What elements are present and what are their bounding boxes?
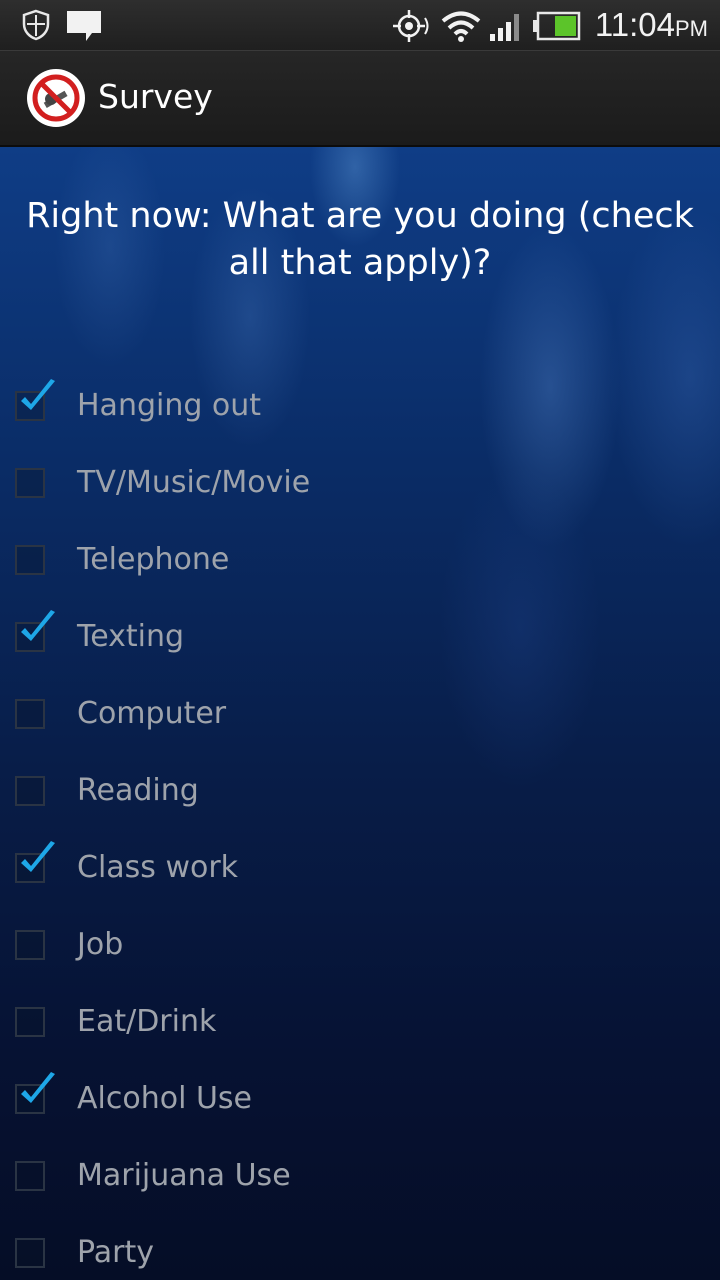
clock-ampm: PM [675,16,708,41]
option-label: Hanging out [77,388,262,423]
no-smoking-icon [32,74,80,122]
survey-screen: 11:04PM Survey Right now: What are you d… [0,0,720,1280]
status-clock: 11:04PM [595,6,708,48]
option-label: Computer [77,696,227,731]
survey-option[interactable]: Party [0,1218,720,1280]
clock-time: 11:04 [594,6,675,43]
checkmark-icon [21,841,55,872]
checkbox-unchecked[interactable] [15,1007,45,1037]
survey-option[interactable]: Texting [0,602,720,679]
option-label: Class work [77,850,239,885]
battery-icon [533,11,581,41]
survey-option[interactable]: Hanging out [0,371,720,448]
checkbox-unchecked[interactable] [15,776,45,806]
survey-option[interactable]: Reading [0,756,720,833]
status-bar: 11:04PM [0,0,720,51]
checkbox-unchecked[interactable] [15,468,45,498]
survey-option[interactable]: Eat/Drink [0,987,720,1064]
option-label: Job [77,927,124,962]
option-label: Party [77,1235,154,1270]
checkmark-icon [21,610,55,641]
option-label: Marijuana Use [77,1158,291,1193]
survey-option[interactable]: Telephone [0,525,720,602]
checkbox-unchecked[interactable] [15,1161,45,1191]
checkbox-checked[interactable] [15,610,55,652]
checkmark-icon [21,379,55,410]
option-label: TV/Music/Movie [77,465,311,500]
checkbox-checked[interactable] [15,1072,55,1114]
option-label: Reading [77,773,199,808]
action-bar: Survey [0,51,720,147]
survey-option[interactable]: TV/Music/Movie [0,448,720,525]
survey-option[interactable]: Marijuana Use [0,1141,720,1218]
option-label: Alcohol Use [77,1081,252,1116]
option-label: Texting [77,619,185,654]
survey-content: Right now: What are you doing (check all… [0,147,720,1280]
signal-icon [490,14,519,41]
survey-option[interactable]: Alcohol Use [0,1064,720,1141]
option-label: Eat/Drink [77,1004,217,1039]
app-title: Survey [98,77,213,116]
checkbox-checked[interactable] [15,379,55,421]
survey-option[interactable]: Class work [0,833,720,910]
survey-option[interactable]: Job [0,910,720,987]
checkbox-unchecked[interactable] [15,699,45,729]
gps-icon [393,10,429,42]
no-smoking-app-icon[interactable] [27,69,85,127]
survey-option[interactable]: Computer [0,679,720,756]
checkbox-checked[interactable] [15,841,55,883]
survey-question: Right now: What are you doing (check all… [26,196,694,283]
checkbox-unchecked[interactable] [15,930,45,960]
option-label: Telephone [77,542,230,577]
checkmark-icon [21,1072,55,1103]
checkbox-unchecked[interactable] [15,1238,45,1268]
wifi-icon [441,11,481,42]
message-icon [67,11,101,41]
checkbox-unchecked[interactable] [15,545,45,575]
shield-icon [22,9,50,41]
